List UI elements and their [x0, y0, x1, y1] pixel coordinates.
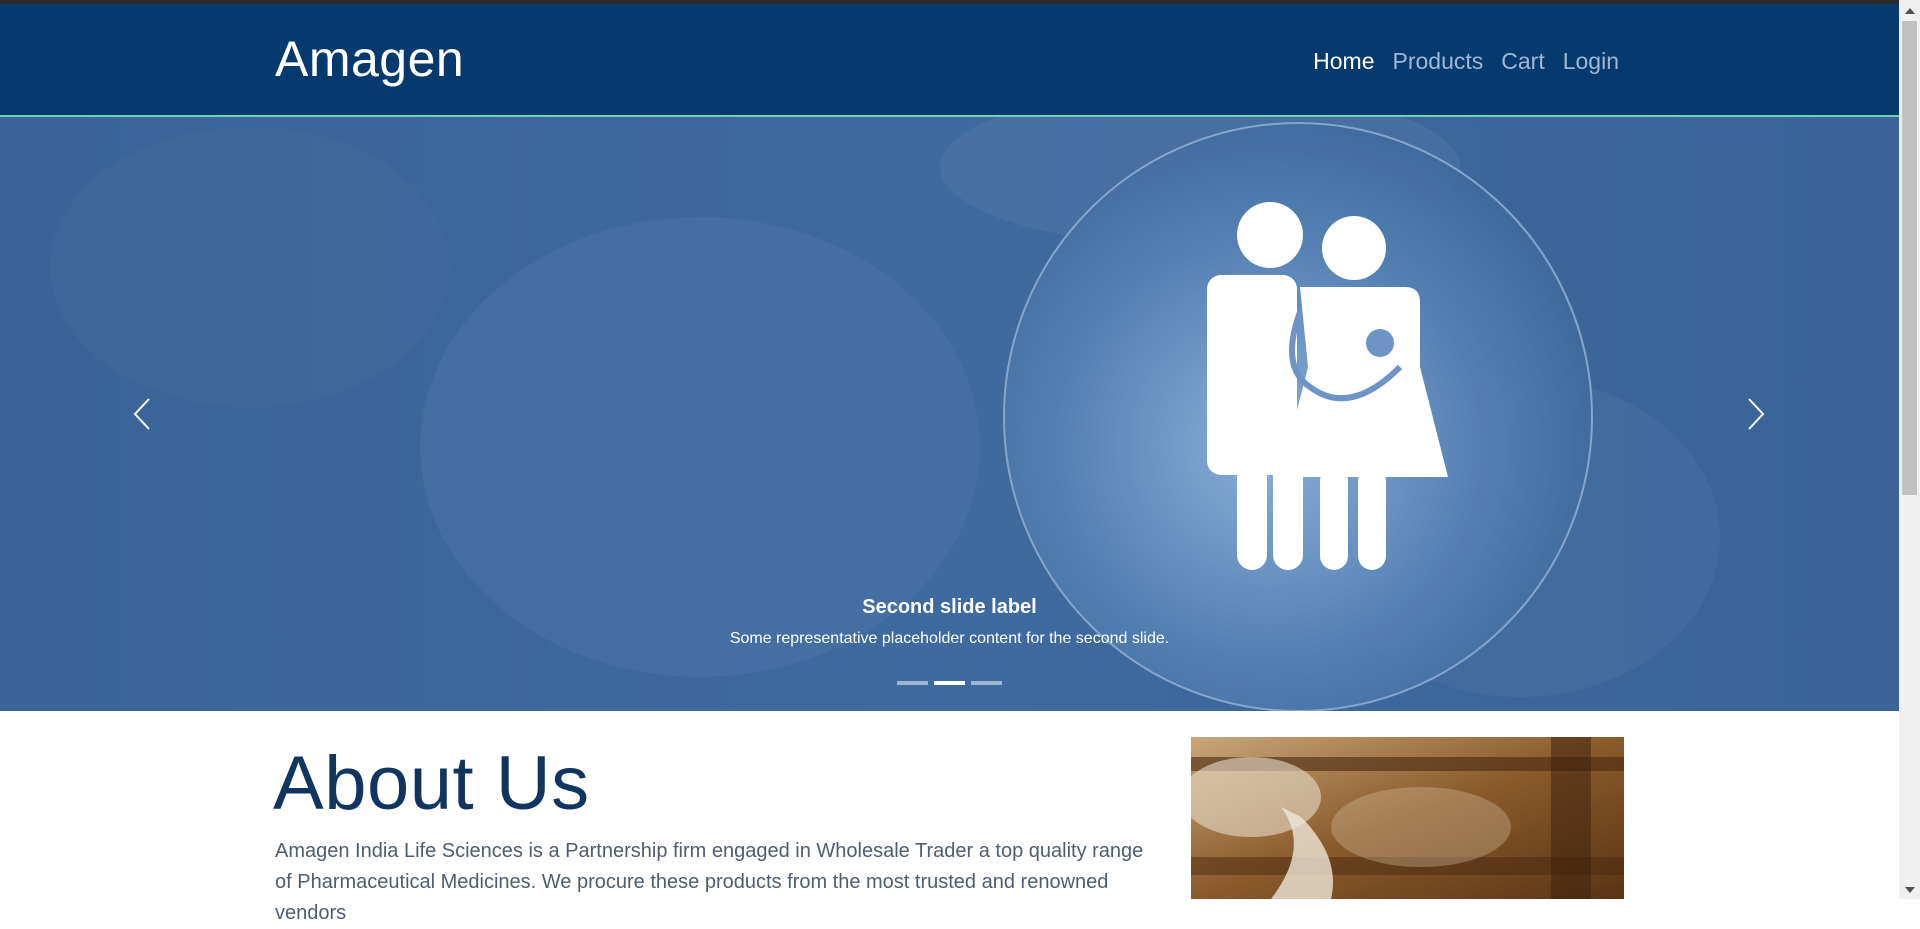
slide-description: Some representative placeholder content … — [729, 630, 1170, 647]
nav-menu: Home Products Cart Login — [1313, 48, 1619, 75]
caret-down-icon — [1904, 887, 1915, 893]
carousel-prev-button[interactable] — [72, 117, 212, 711]
hero-slide-image — [0, 117, 1899, 711]
nav-link-login[interactable]: Login — [1563, 48, 1619, 75]
chevron-right-icon — [1748, 398, 1765, 430]
scroll-down-button[interactable] — [1899, 881, 1920, 899]
nav-link-products[interactable]: Products — [1393, 48, 1484, 75]
brand-logo[interactable]: Amagen — [275, 30, 464, 88]
scrollbar-thumb[interactable] — [1902, 21, 1917, 495]
navbar: Amagen Home Products Cart Login — [0, 4, 1899, 117]
chevron-left-icon — [133, 398, 150, 430]
slide-title: Second slide label — [862, 596, 1037, 618]
nav-link-cart[interactable]: Cart — [1501, 48, 1544, 75]
carousel-indicators — [0, 681, 1899, 685]
about-image — [1191, 737, 1624, 899]
about-paragraph: Amagen India Life Sciences is a Partners… — [275, 840, 1144, 924]
carousel-indicator-1[interactable] — [897, 681, 928, 685]
carousel-indicator-2[interactable] — [934, 681, 965, 685]
hero-carousel: Second slide label Some representative p… — [0, 117, 1899, 711]
vertical-scrollbar[interactable] — [1899, 0, 1920, 899]
scroll-up-button[interactable] — [1899, 2, 1920, 20]
caret-up-icon — [1904, 8, 1915, 14]
nav-link-home[interactable]: Home — [1313, 48, 1374, 75]
carousel-indicator-3[interactable] — [971, 681, 1002, 685]
about-heading: About Us — [273, 741, 590, 826]
carousel-next-button[interactable] — [1686, 117, 1826, 711]
